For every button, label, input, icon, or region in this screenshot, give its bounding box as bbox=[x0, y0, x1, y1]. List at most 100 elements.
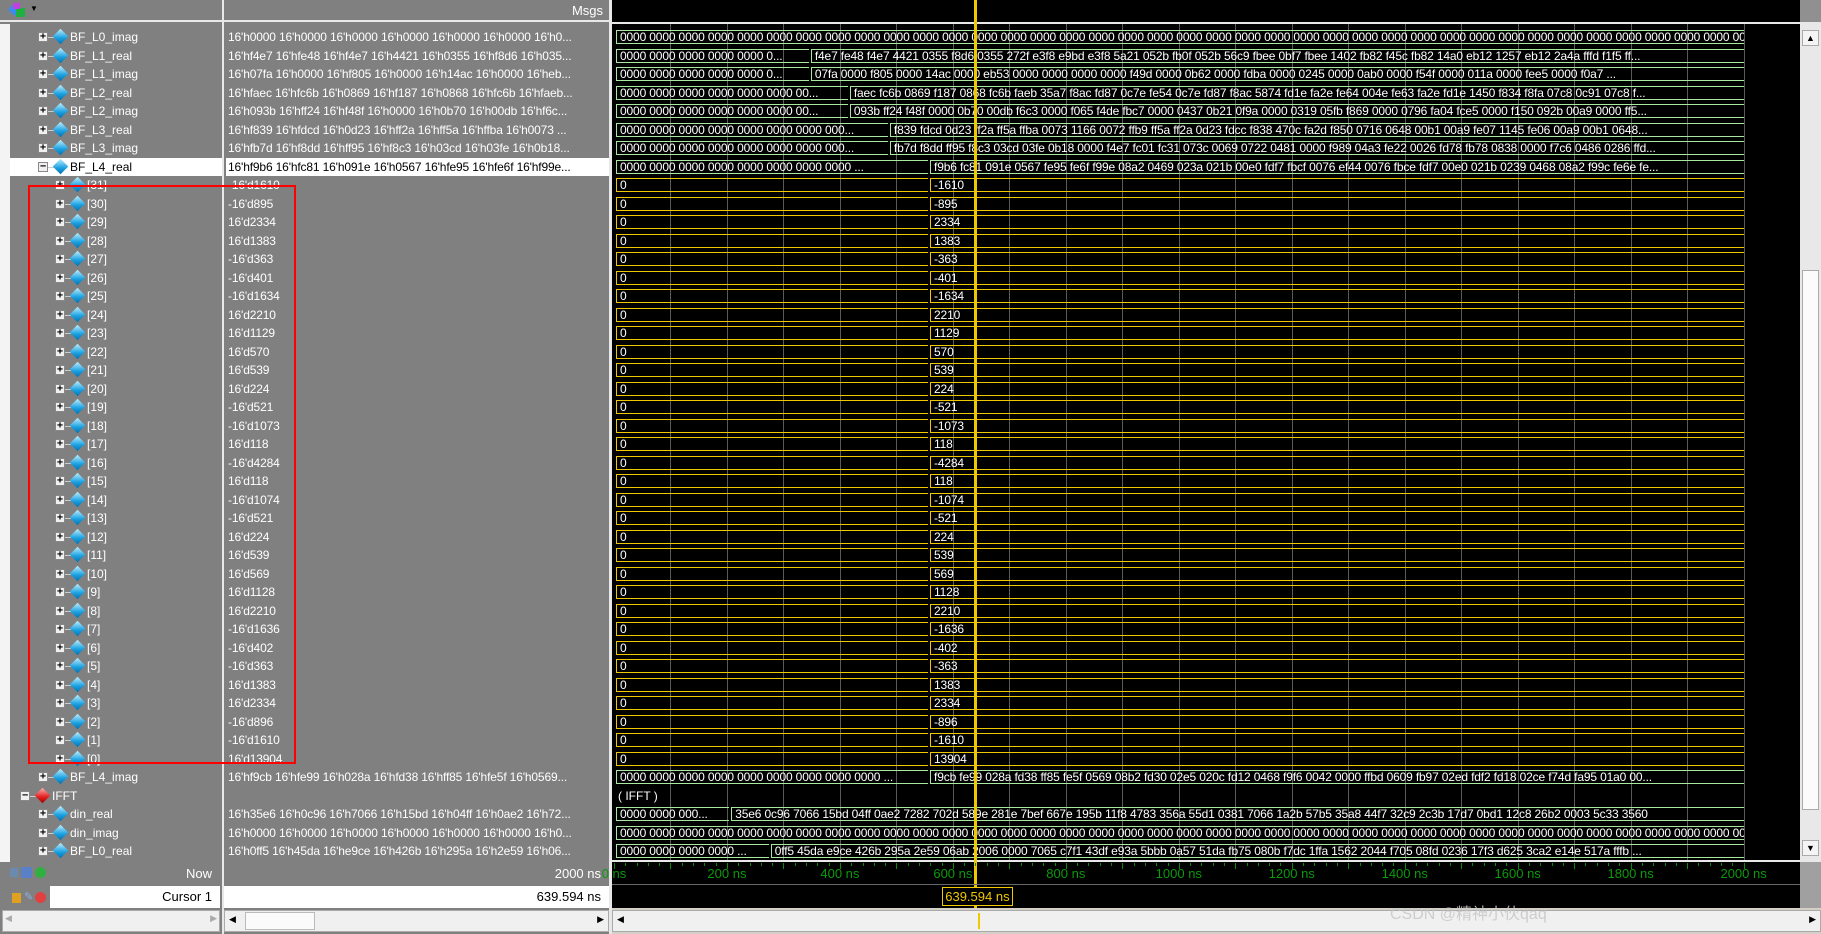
wave-segment[interactable]: 0 bbox=[616, 585, 929, 599]
wave-segment[interactable]: 0 bbox=[616, 677, 929, 692]
wave-segment[interactable]: 0 bbox=[616, 751, 929, 766]
wave-segment[interactable]: 0 bbox=[616, 418, 929, 433]
expand-toggle-icon[interactable]: + bbox=[38, 32, 48, 42]
wave-segment[interactable]: -521 bbox=[930, 511, 1744, 525]
wave-segment[interactable]: 13904 bbox=[930, 751, 1744, 766]
wave-segment[interactable]: -4284 bbox=[930, 455, 1744, 470]
wave-segment[interactable]: 0000 0000 0000 0000 0000 0000 0000 0000 … bbox=[616, 825, 1744, 840]
signal-row-name[interactable]: + BF_L2_imag bbox=[10, 102, 222, 120]
wave-segment[interactable]: 0 bbox=[616, 529, 929, 544]
wave-segment[interactable]: 35e6 0c96 7066 15bd 04ff 0ae2 7282 702d … bbox=[731, 807, 1744, 821]
scroll-left-icon[interactable]: ◀ bbox=[229, 914, 236, 925]
expand-toggle-icon[interactable]: + bbox=[38, 124, 48, 135]
wave-segment[interactable]: 0000 0000 0000 0000 0000 0000 0000 0000 … bbox=[616, 770, 929, 784]
wave-segment[interactable]: 0 bbox=[616, 474, 929, 488]
wave-segment[interactable]: 0 bbox=[616, 492, 929, 507]
scroll-right-icon[interactable]: ▶ bbox=[597, 914, 604, 925]
signal-row-name[interactable]: + BF_L0_real bbox=[10, 842, 222, 860]
scroll-right-icon[interactable]: ▶ bbox=[210, 913, 217, 924]
wave-segment[interactable]: -1074 bbox=[930, 492, 1744, 507]
expand-toggle-icon[interactable]: + bbox=[38, 69, 48, 79]
wave-segment[interactable]: 0000 0000 0000 0000 0000 0000 0000 0000 … bbox=[616, 30, 1744, 44]
wrench-icon[interactable]: ✎ bbox=[24, 891, 33, 903]
signal-row-name[interactable]: + BF_L1_imag bbox=[10, 65, 222, 83]
wave-segment[interactable]: -363 bbox=[930, 659, 1744, 673]
wave-segment[interactable]: 224 bbox=[930, 529, 1744, 544]
wave-segment[interactable]: 0000 0000 000... bbox=[616, 807, 730, 821]
wave-segment[interactable]: -363 bbox=[930, 252, 1744, 266]
expand-toggle-icon[interactable]: + bbox=[38, 87, 48, 98]
delete-cursor-icon[interactable] bbox=[35, 892, 46, 903]
value-pane-hscrollbar[interactable]: ◀ ▶ bbox=[224, 910, 609, 932]
wave-segment[interactable]: -401 bbox=[930, 270, 1744, 285]
collapse-toggle-icon[interactable]: − bbox=[38, 161, 48, 172]
wave-segment[interactable]: 0000 0000 0000 0000 0000 0000 0000 000..… bbox=[616, 122, 888, 137]
wave-segment[interactable]: 224 bbox=[930, 381, 1744, 396]
wave-segment[interactable]: 0 bbox=[616, 178, 929, 192]
wave-segment[interactable]: 0 bbox=[616, 455, 929, 470]
wave-segment[interactable]: faec fc6b 0869 f187 0868 fc6b faeb 35a7 … bbox=[849, 85, 1744, 100]
wave-segment[interactable]: 0 bbox=[616, 603, 929, 618]
wave-segment[interactable]: -896 bbox=[930, 714, 1744, 729]
wave-segment[interactable]: -1610 bbox=[930, 178, 1744, 192]
expand-toggle-icon[interactable]: + bbox=[38, 827, 48, 838]
lock-icon[interactable] bbox=[12, 893, 21, 903]
wave-segment[interactable]: f9cb fe99 028a fd38 ff85 fe5f 0569 08b2 … bbox=[930, 770, 1744, 784]
wave-segment[interactable]: 2210 bbox=[930, 603, 1744, 618]
wave-layers-icon[interactable] bbox=[8, 3, 26, 18]
signal-row-name[interactable]: + BF_L3_real bbox=[10, 121, 222, 139]
wave-segment[interactable]: 0 bbox=[616, 733, 929, 747]
signal-row-name[interactable]: − IFFT bbox=[10, 787, 222, 805]
wave-segment[interactable]: 0 bbox=[616, 437, 929, 451]
wave-segment[interactable]: f839 fdcd 0d23 ff2a ff5a ffba 0073 1166 … bbox=[889, 122, 1744, 137]
wave-segment[interactable]: 0 bbox=[616, 659, 929, 673]
wave-segment[interactable]: 569 bbox=[930, 566, 1744, 581]
wave-segment[interactable]: -1636 bbox=[930, 622, 1744, 636]
wave-segment[interactable]: 0000 0000 0000 0000 0000 0000 0000 000..… bbox=[616, 141, 888, 155]
wave-segment[interactable]: 0 bbox=[616, 381, 929, 396]
wave-segment[interactable]: 0 bbox=[616, 363, 929, 377]
wave-segment[interactable]: 570 bbox=[930, 344, 1744, 359]
wave-segment[interactable]: 093b ff24 f48f 0000 0b70 00db f6c3 0000 … bbox=[849, 104, 1744, 118]
wave-segment[interactable]: 0 bbox=[616, 215, 929, 229]
signal-row-name[interactable]: + BF_L3_imag bbox=[10, 139, 222, 157]
name-pane-hscrollbar[interactable]: ◀ ▶ bbox=[2, 910, 220, 932]
cursor-row[interactable]: ✎ Cursor 1 bbox=[0, 886, 222, 910]
wave-segment[interactable]: 1129 bbox=[930, 326, 1744, 340]
expand-toggle-icon[interactable]: + bbox=[38, 50, 48, 61]
wave-segment[interactable]: 118 bbox=[930, 474, 1744, 488]
signal-row-name[interactable]: + BF_L1_real bbox=[10, 47, 222, 65]
wave-segment[interactable]: 539 bbox=[930, 548, 1744, 562]
expand-toggle-icon[interactable]: + bbox=[38, 106, 48, 116]
wave-segment[interactable]: 0ff5 45da e9ce 426b 295a 2e59 06ab 2006 … bbox=[770, 844, 1744, 858]
cursor-list-icon[interactable] bbox=[21, 867, 32, 878]
wave-segment[interactable]: 0 bbox=[616, 400, 929, 414]
signal-row-name[interactable]: + BF_L4_imag bbox=[10, 768, 222, 786]
wave-segment[interactable]: 0000 0000 0000 0000 0000 0... bbox=[616, 67, 809, 81]
wave-segment[interactable]: 0 bbox=[616, 252, 929, 266]
wave-segment[interactable]: 0000 0000 0000 0000 0000 0... bbox=[616, 48, 809, 63]
wave-segment[interactable]: 1383 bbox=[930, 233, 1744, 248]
wave-segment[interactable]: 0000 0000 0000 0000 0000 0000 00... bbox=[616, 104, 848, 118]
wave-segment[interactable]: 0 bbox=[616, 270, 929, 285]
wave-segment[interactable]: 0 bbox=[616, 622, 929, 636]
expand-toggle-icon[interactable]: + bbox=[38, 143, 48, 153]
wave-segment[interactable]: 0000 0000 0000 0000 0000 0000 00... bbox=[616, 85, 848, 100]
vertical-scrollbar[interactable]: ▲ ▼ bbox=[1800, 0, 1821, 908]
wave-segment[interactable]: 2334 bbox=[930, 696, 1744, 710]
scroll-left-icon[interactable]: ◀ bbox=[5, 913, 12, 924]
scroll-up-button[interactable]: ▲ bbox=[1802, 30, 1819, 46]
wave-segment[interactable]: 0000 0000 0000 0000 ... bbox=[616, 844, 769, 858]
expand-toggle-icon[interactable]: + bbox=[38, 809, 48, 819]
scroll-down-button[interactable]: ▼ bbox=[1802, 840, 1819, 856]
collapse-toggle-icon[interactable]: − bbox=[20, 790, 30, 801]
dropdown-arrow-icon[interactable]: ▼ bbox=[30, 4, 38, 13]
wave-segment[interactable]: 0000 0000 0000 0000 0000 0000 0000 0000 … bbox=[616, 159, 929, 174]
scroll-thumb[interactable] bbox=[245, 912, 315, 930]
wave-segment[interactable]: -521 bbox=[930, 400, 1744, 414]
wave-segment[interactable]: f9b6 fc81 091e 0567 fe95 fe6f f99e 08a2 … bbox=[930, 159, 1744, 174]
scroll-left-icon[interactable]: ◀ bbox=[617, 914, 624, 925]
wave-segment[interactable]: 0 bbox=[616, 233, 929, 248]
wave-segment[interactable]: 0 bbox=[616, 326, 929, 340]
wave-segment[interactable]: 539 bbox=[930, 363, 1744, 377]
